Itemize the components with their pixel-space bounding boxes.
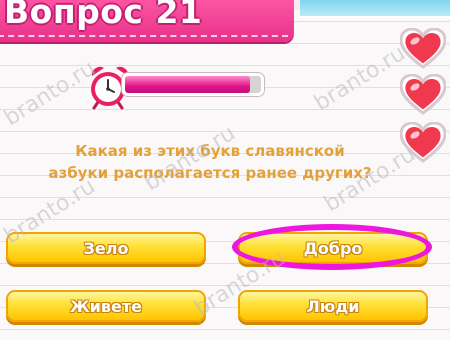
question-line-1: Какая из этих букв славянской (75, 142, 345, 160)
answer-button-4[interactable]: Люди (238, 290, 428, 322)
question-text: Какая из этих букв славянской азбуки рас… (40, 140, 380, 184)
answer-label-2: Добро (303, 238, 363, 258)
title-banner: Вопрос 21 (0, 0, 294, 42)
question-number-title: Вопрос 21 (4, 0, 203, 31)
timer-fill (125, 76, 251, 93)
answer-button-1[interactable]: Зело (6, 232, 206, 264)
watermark: branto.ru (310, 40, 410, 117)
heart-icon (400, 74, 446, 115)
header-strip-right (300, 0, 450, 18)
answer-label-3: Живете (70, 296, 142, 316)
answer-button-2[interactable]: Добро (238, 232, 428, 264)
watermark: branto.ru (0, 55, 100, 132)
answer-label-4: Люди (306, 296, 360, 316)
timer-bar (122, 73, 264, 96)
heart-icon (400, 28, 446, 69)
heart-icon (400, 122, 446, 163)
question-line-2: азбуки располагается ранее других? (48, 164, 372, 182)
answer-label-1: Зело (83, 238, 129, 258)
answer-button-3[interactable]: Живете (6, 290, 206, 322)
